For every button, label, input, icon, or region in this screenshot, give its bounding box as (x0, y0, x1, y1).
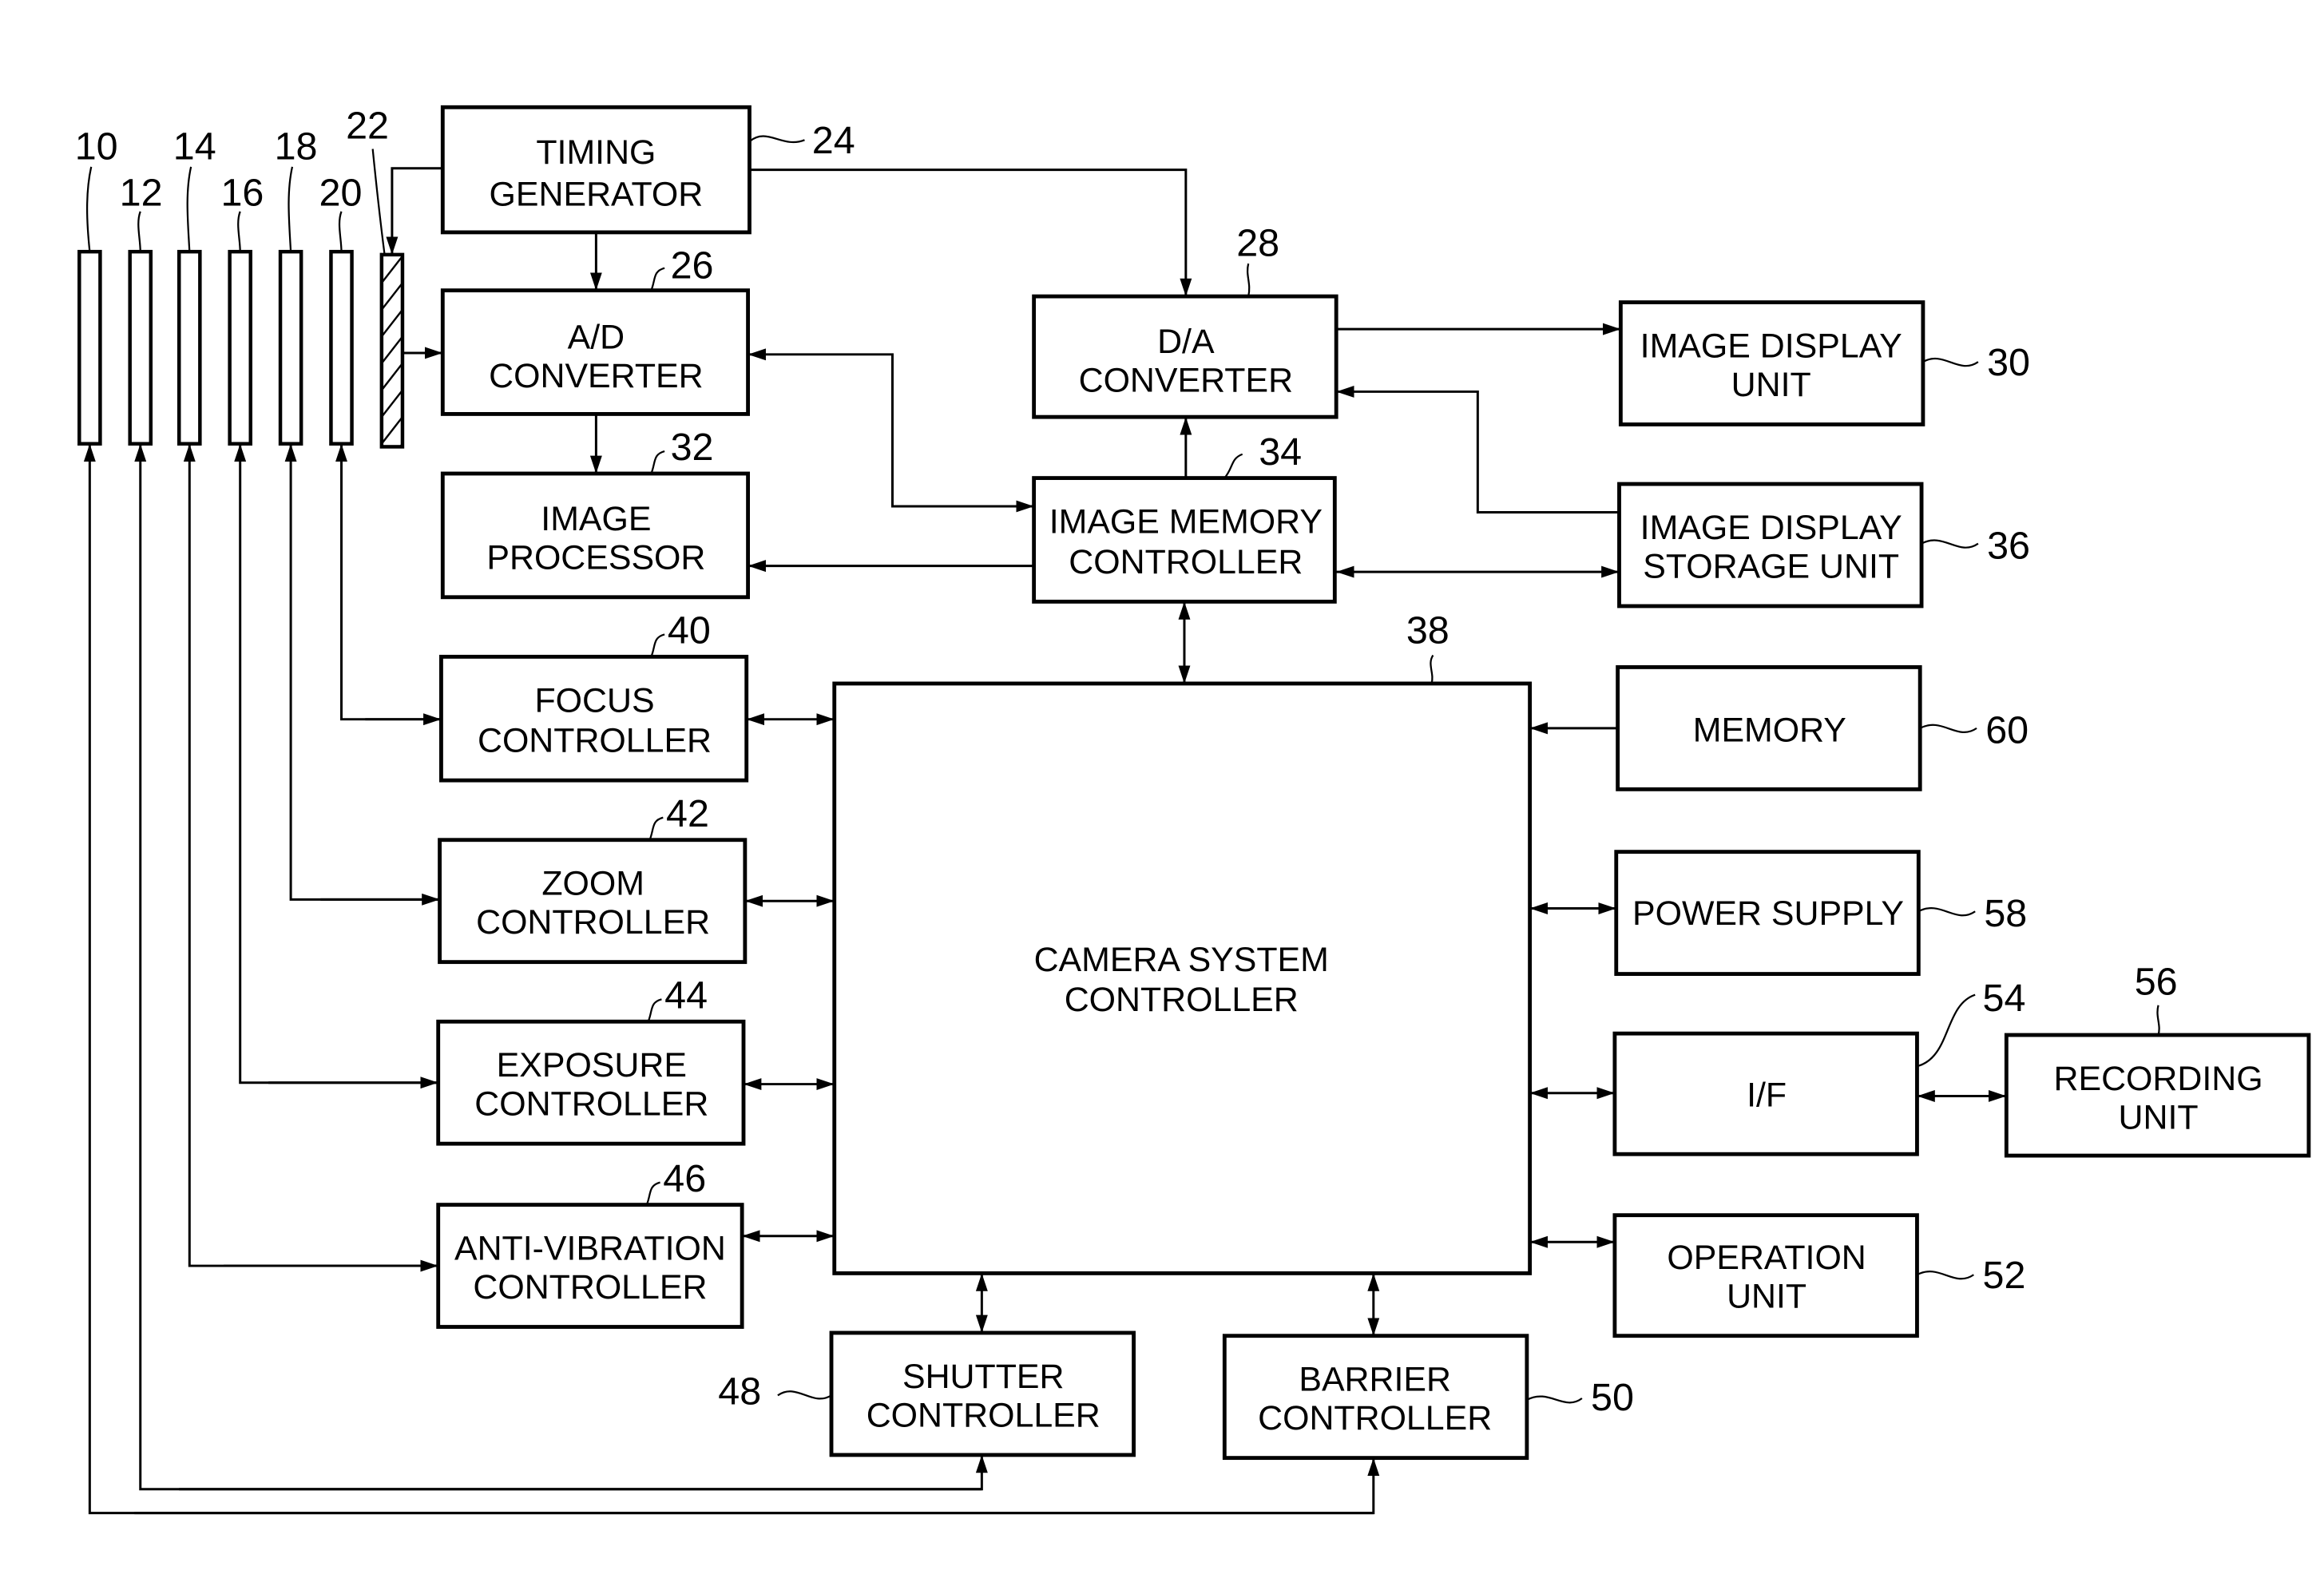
ref-label-34: 34 (1259, 430, 1302, 474)
image-sensor-22 (379, 252, 405, 449)
zoom-controller-label-2: CONTROLLER (476, 903, 710, 942)
exposure-controller-label-2: CONTROLLER (474, 1085, 708, 1124)
wire-antivib-to-lens14 (183, 443, 438, 1267)
ref-label-42: 42 (666, 792, 709, 835)
timing-generator-label-1: TIMING (536, 133, 656, 172)
exposure-controller-label-1: EXPOSURE (497, 1046, 687, 1084)
block-exposure-controller: EXPOSURE CONTROLLER 44 (436, 973, 746, 1146)
block-memory: MEMORY 60 (1616, 665, 2029, 791)
ref-label-38: 38 (1406, 609, 1450, 652)
memory-label: MEMORY (1693, 712, 1846, 750)
block-power-supply: POWER SUPPLY 58 (1614, 850, 2027, 976)
ref-label-12: 12 (120, 171, 163, 214)
block-zoom-controller: ZOOM CONTROLLER 42 (438, 792, 748, 965)
barrier-controller-label-2: CONTROLLER (1258, 1399, 1492, 1437)
ref-label-54: 54 (1982, 977, 2025, 1020)
wire-exposure-to-lens16 (234, 443, 438, 1084)
image-processor-label-2: PROCESSOR (486, 538, 705, 577)
ref-label-48: 48 (718, 1370, 761, 1413)
ref-label-52: 52 (1982, 1254, 2025, 1297)
ref-label-50: 50 (1591, 1376, 1634, 1419)
wire-focus-to-lens20 (335, 443, 442, 721)
lens-element-16 (228, 249, 252, 446)
operation-unit-label-1: OPERATION (1667, 1239, 1866, 1277)
ref-label-24: 24 (812, 119, 855, 162)
ref-label-36: 36 (1987, 524, 2030, 567)
block-image-display-storage-unit: IMAGE DISPLAY STORAGE UNIT 36 (1617, 482, 2030, 609)
image-display-storage-unit-label-2: STORAGE UNIT (1643, 548, 1899, 586)
wire-shutter-to-lens12-b (179, 1454, 988, 1491)
ref-label-30: 30 (1987, 341, 2030, 384)
wire-ad-imc (748, 348, 1034, 513)
block-focus-controller: FOCUS CONTROLLER 40 (439, 609, 749, 783)
shutter-controller-label-1: SHUTTER (902, 1358, 1064, 1396)
block-barrier-controller: BARRIER CONTROLLER 50 (1222, 1334, 1634, 1461)
wire-zoom-to-lens18 (284, 443, 440, 901)
wire-storage-to-da (1336, 385, 1620, 513)
ref-label-46: 46 (663, 1157, 706, 1200)
interface-label: I/F (1747, 1076, 1787, 1115)
block-shutter-controller: SHUTTER CONTROLLER 48 (718, 1330, 1136, 1457)
wire-barrier-to-lens10-b (134, 1457, 1380, 1515)
ref-label-28: 28 (1236, 222, 1279, 265)
anti-vibration-controller-label-1: ANTI-VIBRATION (454, 1230, 726, 1268)
ref-label-44: 44 (664, 973, 708, 1017)
ref-label-26: 26 (671, 244, 714, 287)
recording-unit-label-2: UNIT (2119, 1099, 2199, 1137)
da-converter-label-1: D/A (1157, 323, 1215, 361)
camera-block-diagram: 10 12 14 16 18 20 22 TIMING GENERATOR 24… (75, 104, 2311, 1515)
timing-generator-label-2: GENERATOR (490, 175, 704, 213)
ref-label-40: 40 (668, 609, 711, 652)
anti-vibration-controller-label-2: CONTROLLER (473, 1268, 707, 1306)
ref-label-56: 56 (2135, 961, 2178, 1004)
recording-unit-label-1: RECORDING (2054, 1060, 2263, 1098)
image-processor-label-1: IMAGE (541, 500, 651, 538)
block-recording-unit: RECORDING UNIT 56 (2004, 961, 2311, 1158)
lens-element-10 (77, 249, 102, 446)
ad-converter-label-1: A/D (568, 318, 625, 356)
lens-element-14 (177, 249, 202, 446)
power-supply-label: POWER SUPPLY (1632, 894, 1904, 933)
ref-label-58: 58 (1984, 892, 2027, 935)
zoom-controller-label-1: ZOOM (541, 865, 644, 903)
barrier-controller-label-1: BARRIER (1299, 1361, 1451, 1399)
image-memory-controller-label-2: CONTROLLER (1069, 543, 1303, 581)
ad-converter-label-2: CONVERTER (489, 357, 703, 395)
ref-label-10: 10 (75, 125, 118, 169)
ref-label-20: 20 (319, 171, 363, 214)
ref-label-18: 18 (275, 125, 318, 169)
lens-group: 10 12 14 16 18 20 22 (75, 104, 405, 449)
wire-tg-to-sensor (386, 167, 443, 255)
ref-label-16: 16 (220, 171, 264, 214)
image-display-storage-unit-label-1: IMAGE DISPLAY (1640, 509, 1902, 547)
shutter-controller-label-2: CONTROLLER (867, 1396, 1101, 1434)
camera-system-controller-label-1: CAMERA SYSTEM (1034, 941, 1329, 979)
image-memory-controller-label-1: IMAGE MEMORY (1049, 503, 1323, 541)
image-display-unit-label-2: UNIT (1731, 366, 1811, 404)
block-camera-system-controller: CAMERA SYSTEM CONTROLLER 38 (832, 609, 1533, 1275)
da-converter-label-2: CONVERTER (1079, 361, 1293, 399)
focus-controller-label-1: FOCUS (534, 681, 654, 720)
block-anti-vibration-controller: ANTI-VIBRATION CONTROLLER 46 (436, 1157, 744, 1329)
image-display-unit-label-1: IMAGE DISPLAY (1640, 327, 1902, 366)
focus-controller-label-2: CONTROLLER (478, 722, 712, 760)
ref-label-60: 60 (1985, 709, 2029, 752)
block-image-display-unit: IMAGE DISPLAY UNIT 30 (1618, 300, 2030, 426)
wire-tg-to-da (749, 169, 1192, 297)
lens-element-12 (128, 249, 153, 446)
lens-element-18 (278, 249, 303, 446)
ref-label-14: 14 (173, 125, 216, 169)
operation-unit-label-2: UNIT (1727, 1277, 1806, 1315)
lens-element-20 (329, 249, 354, 446)
block-interface: I/F 54 (1612, 977, 2025, 1156)
ref-label-32: 32 (671, 426, 714, 469)
block-image-memory-controller: IMAGE MEMORY CONTROLLER 34 (1032, 430, 1337, 604)
camera-system-controller-label-2: CONTROLLER (1065, 981, 1299, 1019)
block-operation-unit: OPERATION UNIT 52 (1612, 1213, 2025, 1338)
ref-label-22: 22 (346, 104, 389, 147)
